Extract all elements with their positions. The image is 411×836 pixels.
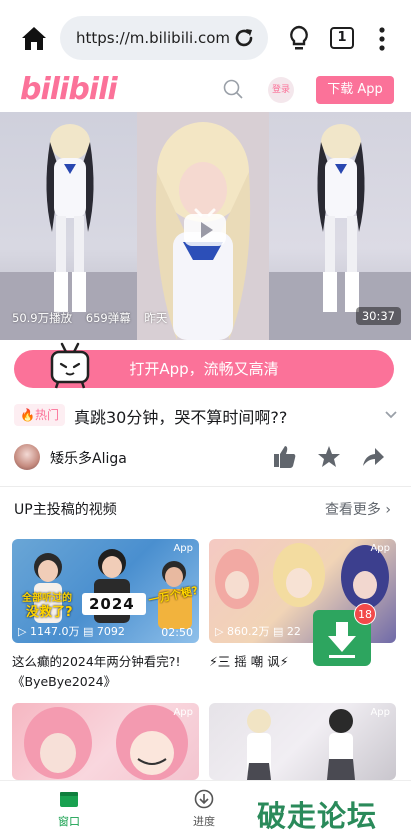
video-title: 真跳30分钟，哭不算时间啊??: [74, 408, 288, 427]
danmaku-icon: ▤: [272, 625, 284, 638]
card-meta: ▷ 1147.0万 ▤ 7092 02:50: [18, 623, 193, 639]
chevron-right-icon: ›: [380, 502, 391, 518]
video-frame-left: [0, 112, 137, 340]
video-duration: 30:37: [355, 307, 401, 325]
video-player[interactable]: 50.9万播放 659弹幕 昨天 30:37: [0, 112, 411, 340]
divider: [0, 486, 411, 487]
bilibili-logo[interactable]: bilibili: [20, 72, 118, 107]
url-text[interactable]: https://m.bilibili.com: [76, 29, 230, 47]
card-caption[interactable]: 这么癫的2024年两分钟看完?!《ByeBye2024》: [12, 652, 202, 692]
login-button[interactable]: 登录: [268, 77, 294, 103]
card-overlay-text: 2024: [89, 595, 135, 613]
tab-window-label[interactable]: 窗口: [58, 815, 80, 828]
play-icon: ▷: [215, 625, 224, 638]
notification-badge: 18: [354, 603, 376, 625]
play-icon[interactable]: [182, 208, 228, 248]
see-more-link[interactable]: 查看更多 ›: [325, 499, 391, 519]
download-app-button[interactable]: 下载 App: [316, 76, 394, 104]
author-row: 矮乐多Aliga: [14, 444, 398, 472]
browser-toolbar: https://m.bilibili.com 1: [0, 0, 411, 72]
like-icon[interactable]: [272, 444, 298, 470]
site-header: bilibili 登录 下载 App: [0, 72, 411, 114]
flame-icon: 🔥: [20, 408, 35, 422]
publish-date: 昨天: [144, 311, 168, 325]
more-menu-icon[interactable]: [372, 26, 392, 52]
hot-badge-label: 热门: [34, 408, 59, 422]
app-tag: App: [173, 543, 193, 554]
danmaku-icon: ▤: [82, 625, 94, 638]
danmaku-count: 659弹幕: [85, 311, 131, 325]
search-icon[interactable]: [222, 78, 244, 100]
window-icon: [60, 792, 78, 807]
play-icon: ▷: [18, 625, 27, 638]
app-tag: App: [370, 707, 390, 718]
tab-switcher-button[interactable]: 1: [330, 27, 354, 49]
download-progress-icon: [194, 789, 214, 809]
lightbulb-icon[interactable]: [286, 24, 312, 52]
video-card[interactable]: 全部听过的 没救了? 2024 一万个梗? App ▷ 1147.0万 ▤ 70…: [12, 539, 199, 643]
section-title: UP主投稿的视频: [14, 502, 117, 518]
tab-progress[interactable]: 进度: [174, 789, 234, 833]
reload-icon[interactable]: [232, 26, 256, 50]
app-tag: App: [370, 543, 390, 554]
hot-badge: 🔥热门: [14, 404, 65, 426]
card-overlay-text: 没救了?: [26, 605, 73, 620]
video-title-row: 🔥热门 真跳30分钟，哭不算时间啊??: [14, 402, 398, 430]
video-stats: 50.9万播放 659弹幕 昨天: [12, 310, 177, 326]
tab-window[interactable]: 窗口: [39, 789, 99, 833]
author-name[interactable]: 矮乐多Aliga: [50, 448, 127, 468]
tv-mascot-icon: [50, 342, 90, 389]
share-icon[interactable]: [360, 444, 386, 470]
see-more-label[interactable]: 查看更多: [325, 502, 381, 518]
video-card[interactable]: App: [12, 703, 199, 780]
tab-progress-label[interactable]: 进度: [193, 815, 215, 828]
author-avatar[interactable]: [14, 444, 40, 470]
card-play-count: 1147.0万: [29, 625, 80, 638]
forum-watermark: 破走论坛: [257, 799, 378, 833]
video-card[interactable]: App: [209, 703, 396, 780]
favorite-star-icon[interactable]: [316, 444, 342, 470]
card-danmaku-count: 7092: [96, 625, 125, 638]
app-tag: App: [173, 707, 193, 718]
video-frame-right: [269, 112, 411, 340]
chevron-down-icon[interactable]: [384, 408, 398, 422]
home-icon[interactable]: [18, 22, 50, 54]
card-danmaku-count: 22: [286, 625, 301, 638]
card-play-count: 860.2万: [226, 625, 270, 638]
card-duration: 02:50: [161, 626, 193, 639]
play-count: 50.9万播放: [12, 311, 73, 325]
